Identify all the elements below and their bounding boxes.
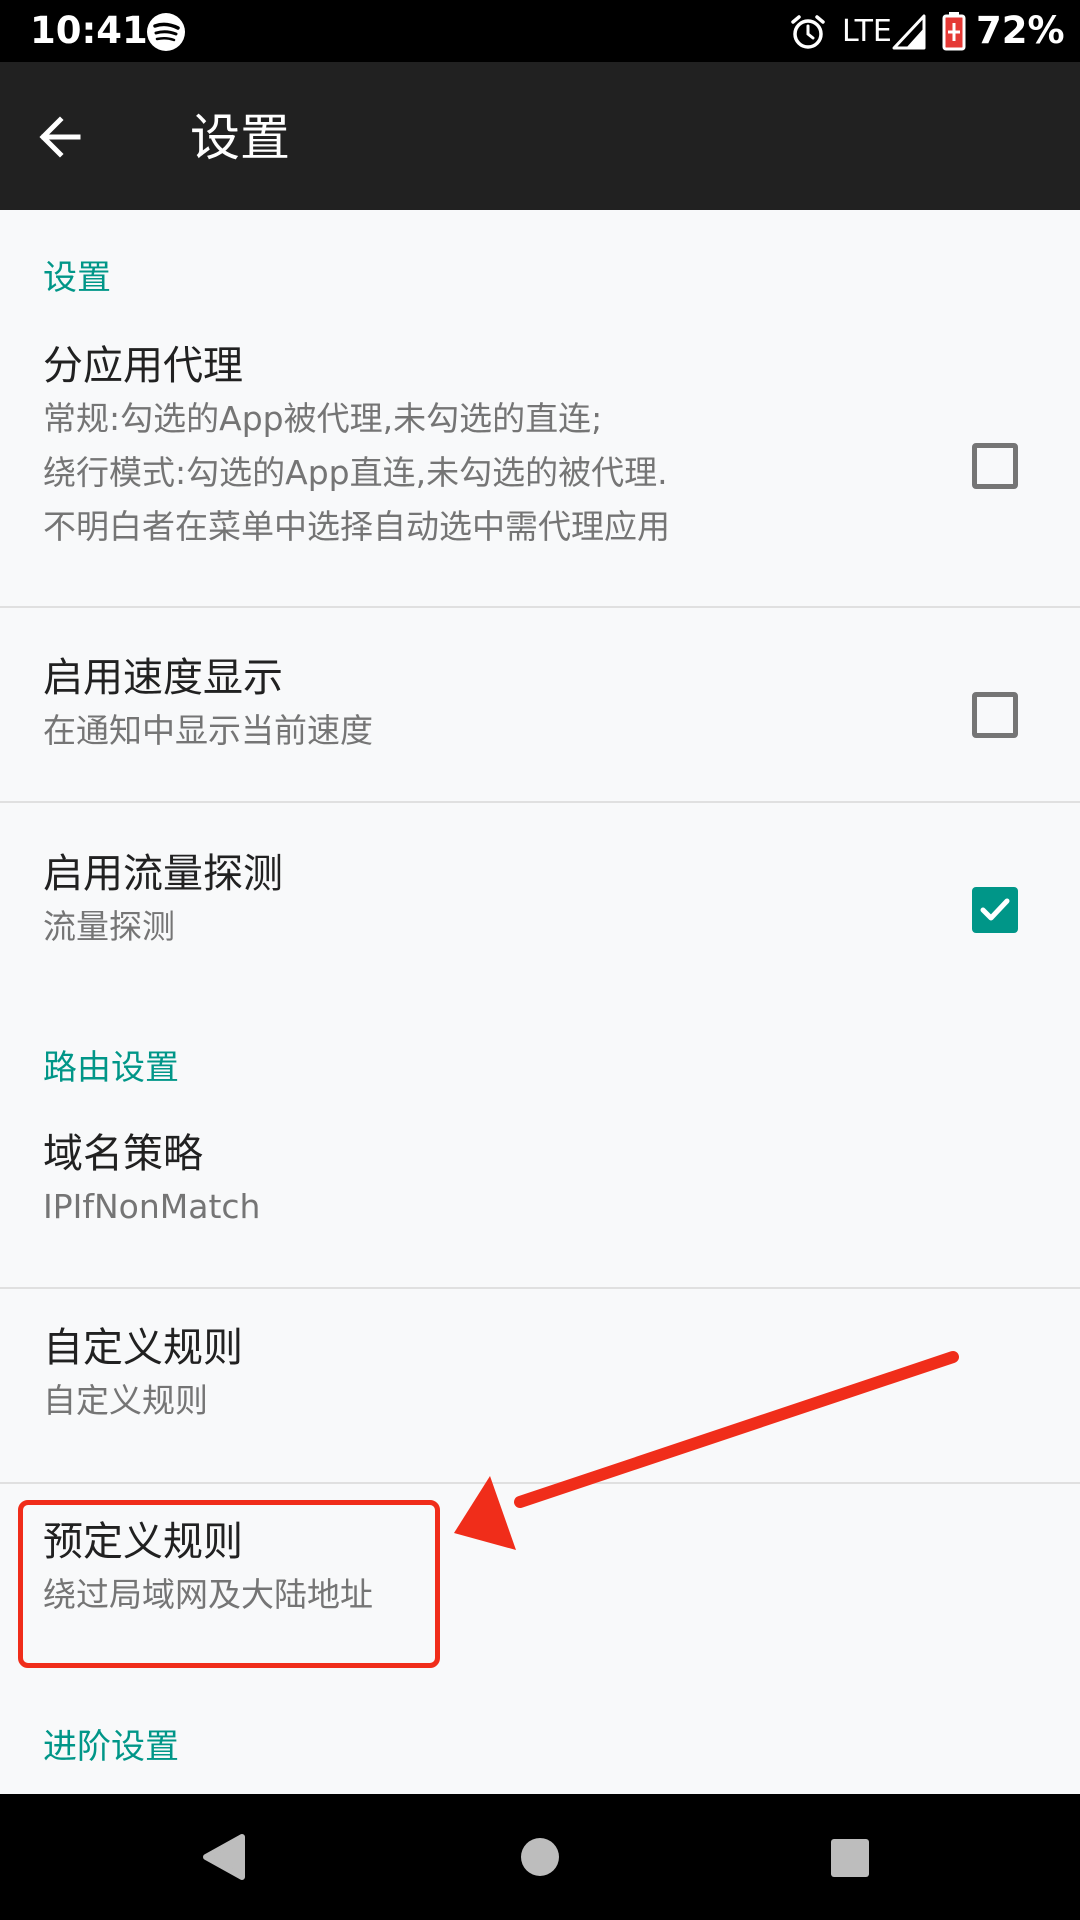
pref-predefined-rules[interactable]: 预定义规则 绕过局域网及大陆地址	[0, 1516, 1080, 1652]
pref-custom-rules-summary: 自定义规则	[43, 1381, 208, 1420]
pref-speed-display[interactable]: 启用速度显示 在通知中显示当前速度	[0, 652, 1080, 788]
page-title: 设置	[190, 109, 290, 167]
section-header-routing: 路由设置	[43, 1048, 179, 1088]
battery-percent: 72%	[976, 9, 1065, 52]
back-triangle-icon	[203, 1834, 245, 1880]
pref-speed-display-summary: 在通知中显示当前速度	[43, 711, 373, 750]
pref-custom-rules-title: 自定义规则	[43, 1325, 243, 1371]
pref-predefined-rules-title: 预定义规则	[43, 1519, 243, 1565]
back-button[interactable]	[32, 102, 112, 172]
check-icon	[980, 898, 1010, 921]
pref-speed-display-title: 启用速度显示	[43, 655, 283, 701]
checkbox-speed-display[interactable]	[972, 692, 1018, 738]
checkbox-per-app-proxy[interactable]	[972, 443, 1018, 489]
battery-icon	[942, 11, 966, 51]
nav-home-button[interactable]	[470, 1794, 610, 1920]
section-header-advanced: 进阶设置	[43, 1727, 179, 1767]
nav-recents-button[interactable]	[780, 1794, 920, 1920]
recents-square-icon	[831, 1839, 869, 1877]
pref-domain-strategy-summary: IPIfNonMatch	[43, 1187, 261, 1226]
pref-per-app-proxy-title: 分应用代理	[43, 343, 243, 389]
nav-back-button[interactable]	[156, 1794, 296, 1920]
signal-icon	[892, 14, 926, 50]
checkbox-traffic-sniffing[interactable]	[972, 887, 1018, 933]
arrow-back-icon	[39, 116, 81, 158]
divider	[0, 1482, 1080, 1484]
pref-domain-strategy-title: 域名策略	[43, 1131, 203, 1177]
status-bar: 10:41 LTE 72%	[0, 0, 1080, 62]
spotify-icon	[146, 12, 186, 52]
pref-traffic-sniffing-summary: 流量探测	[43, 907, 175, 946]
pref-custom-rules[interactable]: 自定义规则 自定义规则	[0, 1322, 1080, 1458]
status-time: 10:41	[30, 9, 148, 52]
pref-domain-strategy[interactable]: 域名策略 IPIfNonMatch	[0, 1128, 1080, 1264]
pref-per-app-proxy-summary: 常规:勾选的App被代理,未勾选的直连; 绕行模式:勾选的App直连,未勾选的被…	[43, 399, 670, 546]
pref-predefined-rules-summary: 绕过局域网及大陆地址	[43, 1575, 373, 1614]
app-toolbar: 设置	[0, 62, 1080, 210]
section-header-settings: 设置	[43, 258, 111, 298]
divider	[0, 801, 1080, 803]
network-label: LTE	[842, 14, 892, 49]
pref-traffic-sniffing-title: 启用流量探测	[43, 851, 283, 897]
navigation-bar	[0, 1794, 1080, 1920]
home-circle-icon	[521, 1838, 559, 1876]
divider	[0, 606, 1080, 608]
alarm-icon	[788, 12, 828, 52]
divider	[0, 1287, 1080, 1289]
pref-traffic-sniffing[interactable]: 启用流量探测 流量探测	[0, 848, 1080, 984]
settings-list[interactable]: 设置 分应用代理 常规:勾选的App被代理,未勾选的直连; 绕行模式:勾选的Ap…	[0, 210, 1080, 1794]
pref-per-app-proxy[interactable]: 分应用代理 常规:勾选的App被代理,未勾选的直连; 绕行模式:勾选的App直连…	[0, 340, 1080, 596]
